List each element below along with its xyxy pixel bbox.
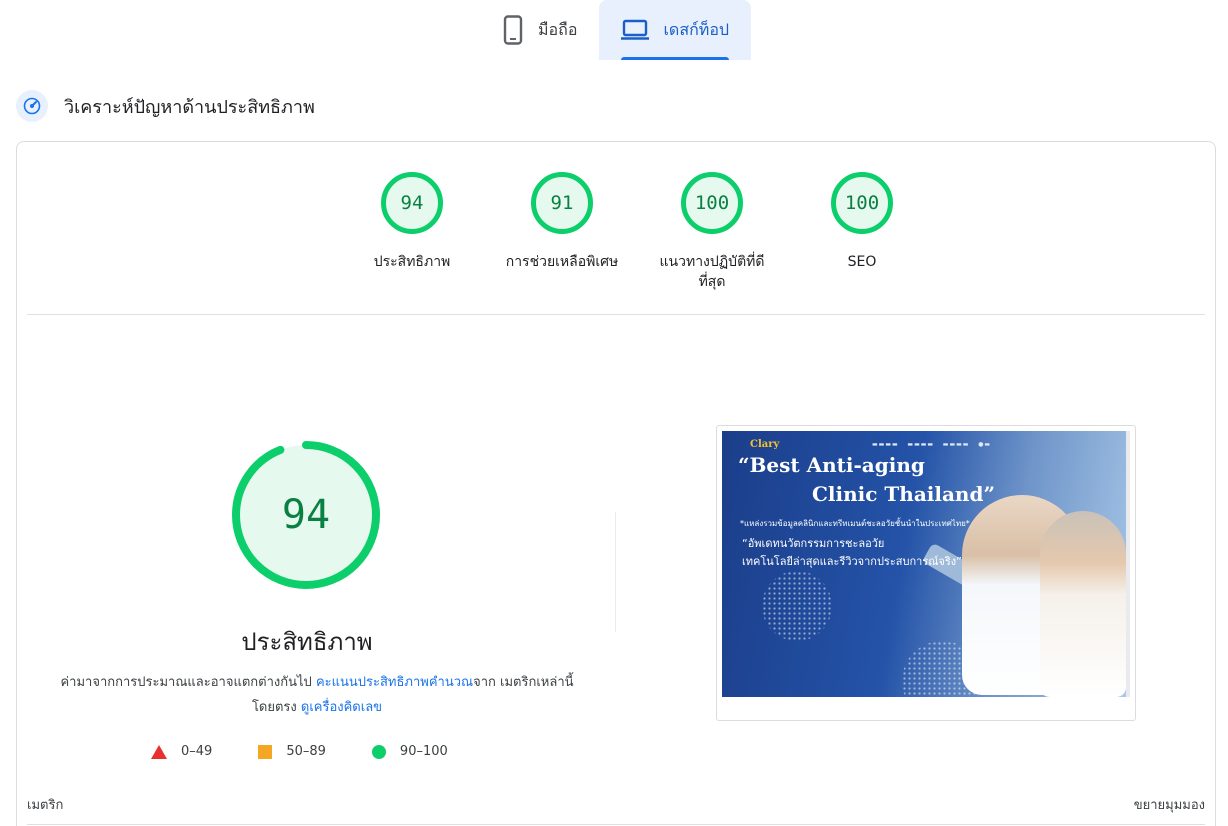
device-tabs: มือถือ เดสก์ท็อป	[480, 0, 752, 62]
metrics-label: เมตริก	[27, 798, 64, 813]
legend-range: 50–89	[286, 744, 326, 759]
expand-view-button[interactable]: ขยายมุมมอง	[1134, 794, 1205, 815]
site-headline: “Best Anti-aging Clinic Thailand”	[738, 453, 995, 506]
speed-gauge-icon	[16, 90, 48, 122]
screenshot-scrollbar	[1126, 431, 1130, 697]
laptop-icon	[621, 19, 650, 41]
tab-desktop[interactable]: เดสก์ท็อป	[599, 0, 752, 60]
performance-description: ค่ามาจากการประมาณและอาจแตกต่างกันไป คะแน…	[57, 670, 577, 720]
performance-score: 94	[281, 492, 331, 538]
site-logo: Clary	[750, 439, 780, 450]
score-best-practices[interactable]: 100 แนวทางปฏิบัติที่ดีที่สุด	[637, 172, 787, 292]
score-label: SEO	[847, 254, 877, 270]
score-summary: 94 ประสิทธิภาพ 91 การช่วยเหลือพิเศษ 100 …	[337, 172, 937, 292]
screenshot-image: Clary ▬▬▬▬ ▬▬▬▬ ▬▬▬▬ ●▬ “Best Anti-aging…	[722, 431, 1126, 697]
person-graphic	[1040, 511, 1126, 697]
score-gauge: 100	[681, 172, 743, 234]
legend-item-average: 50–89	[258, 744, 326, 759]
score-performance[interactable]: 94 ประสิทธิภาพ	[337, 172, 487, 292]
score-gauge: 91	[531, 172, 593, 234]
legend-item-pass: 90–100	[371, 744, 448, 759]
description-text: ค่ามาจากการประมาณและอาจแตกต่างกันไป	[60, 675, 316, 690]
site-tagline: “อัพเดทนวัตกรรมการชะลอวัย เทคโนโลยีล่าสุ…	[742, 537, 962, 568]
divider	[27, 314, 1205, 315]
dot-pattern	[762, 571, 832, 641]
page-scrollbar[interactable]	[1216, 0, 1228, 826]
site-subline: *แหล่งรวมข้อมูลคลินิกและทรีทเมนต์ชะลอวัย…	[740, 519, 970, 528]
divider	[27, 824, 1205, 825]
circle-icon	[371, 744, 386, 759]
triangle-icon	[151, 744, 167, 759]
legend-range: 0–49	[181, 744, 213, 759]
score-gauge: 94	[381, 172, 443, 234]
site-nav: ▬▬▬▬ ▬▬▬▬ ▬▬▬▬ ●▬	[872, 441, 992, 448]
tab-mobile-label: มือถือ	[538, 19, 578, 39]
score-accessibility[interactable]: 91 การช่วยเหลือพิเศษ	[487, 172, 637, 292]
tab-mobile[interactable]: มือถือ	[480, 0, 599, 60]
tab-desktop-label: เดสก์ท็อป	[663, 19, 730, 39]
score-legend: 0–49 50–89 90–100	[151, 744, 494, 759]
performance-title: ประสิทธิภาพ	[241, 628, 373, 656]
smartphone-icon	[502, 15, 524, 45]
score-label: แนวทางปฏิบัติที่ดีที่สุด	[659, 254, 765, 290]
report-card: 94 ประสิทธิภาพ 91 การช่วยเหลือพิเศษ 100 …	[16, 141, 1216, 826]
score-gauge: 100	[831, 172, 893, 234]
score-label: การช่วยเหลือพิเศษ	[505, 254, 619, 270]
section-title: วิเคราะห์ปัญหาด้านประสิทธิภาพ	[64, 96, 315, 118]
page-screenshot[interactable]: Clary ▬▬▬▬ ▬▬▬▬ ▬▬▬▬ ●▬ “Best Anti-aging…	[716, 425, 1136, 721]
vertical-divider	[615, 512, 616, 632]
score-calculation-link[interactable]: คะแนนประสิทธิภาพคำนวณ	[316, 675, 473, 690]
square-icon	[258, 744, 273, 759]
score-label: ประสิทธิภาพ	[373, 254, 451, 270]
legend-range: 90–100	[399, 744, 448, 759]
score-seo[interactable]: 100 SEO	[787, 172, 937, 292]
legend-item-fail: 0–49	[151, 744, 212, 759]
section-header: วิเคราะห์ปัญหาด้านประสิทธิภาพ	[16, 90, 315, 122]
calculator-link[interactable]: ดูเครื่องคิดเลข	[301, 700, 382, 715]
